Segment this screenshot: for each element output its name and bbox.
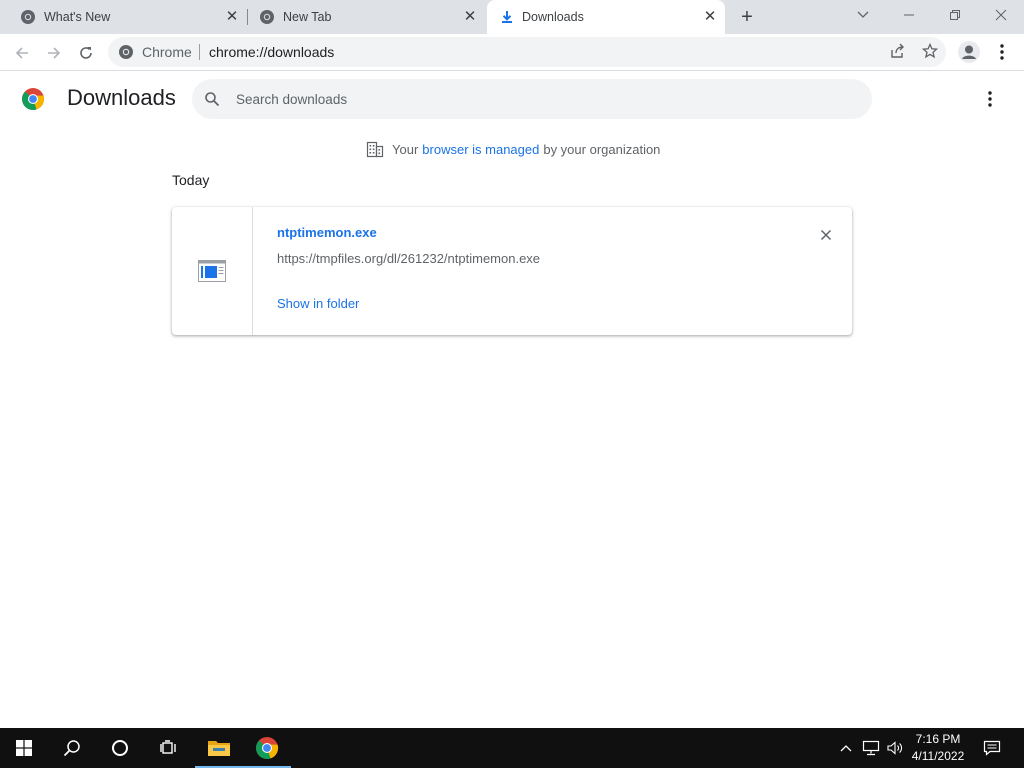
remove-download-button[interactable] <box>816 225 836 245</box>
vertical-dots-icon <box>988 91 992 107</box>
downloads-header: Downloads <box>0 71 1024 127</box>
windows-taskbar: 7:16 PM 4/11/2022 <box>0 728 1024 768</box>
volume-button[interactable] <box>885 738 905 758</box>
address-bar[interactable]: Chrome chrome://downloads <box>108 37 946 67</box>
search-icon <box>63 740 80 757</box>
clock-date: 4/11/2022 <box>911 749 965 763</box>
task-view-button[interactable] <box>144 728 192 768</box>
tab-new-tab[interactable]: New Tab ✕ <box>239 0 486 34</box>
page-title: Downloads <box>67 85 176 110</box>
tab-title: What's New <box>44 10 111 24</box>
back-arrow-icon <box>15 47 28 59</box>
restore-icon <box>950 10 960 20</box>
managed-prefix: Your <box>392 141 419 157</box>
forward-button[interactable] <box>42 41 66 65</box>
task-view-icon <box>160 740 176 754</box>
windows-start-icon <box>16 740 32 756</box>
new-tab-button[interactable]: + <box>736 6 758 28</box>
executable-file-icon <box>198 260 226 282</box>
close-window-button[interactable] <box>978 0 1024 32</box>
speaker-icon <box>887 741 902 755</box>
download-source-url[interactable]: https://tmpfiles.org/dl/261232/ntptimemo… <box>277 251 540 266</box>
site-chip-label: Chrome <box>142 44 192 60</box>
chrome-taskbar-button[interactable] <box>243 728 291 768</box>
network-status-button[interactable] <box>861 738 881 758</box>
cortana-icon <box>112 740 128 756</box>
reload-icon <box>80 47 92 59</box>
notification-icon <box>983 740 1001 756</box>
managed-suffix: by your organization <box>543 141 661 157</box>
start-button[interactable] <box>0 728 48 768</box>
address-url[interactable]: chrome://downloads <box>209 44 334 60</box>
chrome-logo-icon <box>119 45 133 59</box>
close-icon <box>995 9 1007 21</box>
back-button[interactable] <box>10 41 34 65</box>
chrome-logo-icon <box>21 10 35 24</box>
chrome-icon <box>256 737 279 759</box>
clock-time: 7:16 PM <box>915 732 961 746</box>
reload-button[interactable] <box>74 41 98 65</box>
tab-downloads[interactable]: Downloads ✕ <box>487 0 725 34</box>
minimize-icon <box>904 14 914 16</box>
tab-strip: What's New ✕ New Tab ✕ Downloads ✕ + <box>0 0 1024 34</box>
action-center-button[interactable] <box>982 738 1002 758</box>
date-section-header: Today <box>172 172 210 188</box>
show-in-folder-link[interactable]: Show in folder <box>277 296 359 311</box>
vertical-dots-icon <box>1000 44 1004 60</box>
cortana-button[interactable] <box>96 728 144 768</box>
taskbar-search-button[interactable] <box>48 728 96 768</box>
download-icon-column <box>172 207 253 335</box>
managed-link[interactable]: browser is managed <box>422 142 539 157</box>
download-arrow-icon <box>502 11 512 23</box>
building-icon <box>366 141 384 158</box>
browser-toolbar: Chrome chrome://downloads <box>0 34 1024 71</box>
restore-button[interactable] <box>932 0 978 32</box>
chevron-down-icon <box>857 11 869 18</box>
close-icon <box>820 229 832 241</box>
browser-menu-button[interactable] <box>990 40 1014 64</box>
minimize-button[interactable] <box>886 0 932 32</box>
taskbar-clock[interactable]: 7:16 PM 4/11/2022 <box>906 731 970 765</box>
close-tab-icon[interactable]: ✕ <box>702 9 718 25</box>
address-separator <box>199 44 200 60</box>
share-icon-svg <box>891 43 904 58</box>
bookmark-star-icon[interactable] <box>921 42 939 61</box>
star-icon <box>921 42 939 59</box>
file-explorer-taskbar-button[interactable] <box>195 728 243 768</box>
show-hidden-icons-button[interactable] <box>836 738 856 758</box>
chevron-up-icon <box>840 745 852 752</box>
downloads-menu-button[interactable] <box>980 89 1000 109</box>
tab-title: Downloads <box>522 10 584 24</box>
chrome-logo-icon <box>260 10 274 24</box>
tab-search-icon[interactable] <box>840 0 886 32</box>
downloads-search-box[interactable] <box>192 79 872 119</box>
close-tab-icon[interactable]: ✕ <box>224 9 240 25</box>
download-item-card: ntptimemon.exe https://tmpfiles.org/dl/2… <box>172 207 852 335</box>
network-icon <box>862 740 880 756</box>
close-tab-icon[interactable]: ✕ <box>462 9 478 25</box>
search-input[interactable] <box>236 79 836 119</box>
tab-whats-new[interactable]: What's New ✕ <box>0 0 247 34</box>
forward-arrow-icon <box>48 47 61 59</box>
tab-title: New Tab <box>283 10 332 24</box>
search-icon <box>205 92 220 107</box>
avatar-icon <box>958 41 980 63</box>
chrome-logo-icon <box>22 88 45 110</box>
file-explorer-icon <box>208 741 230 756</box>
managed-notice: Your browser is managed by your organiza… <box>366 139 660 159</box>
share-icon[interactable] <box>889 43 907 61</box>
profile-avatar-button[interactable] <box>957 40 981 64</box>
download-file-name-link[interactable]: ntptimemon.exe <box>277 225 377 240</box>
